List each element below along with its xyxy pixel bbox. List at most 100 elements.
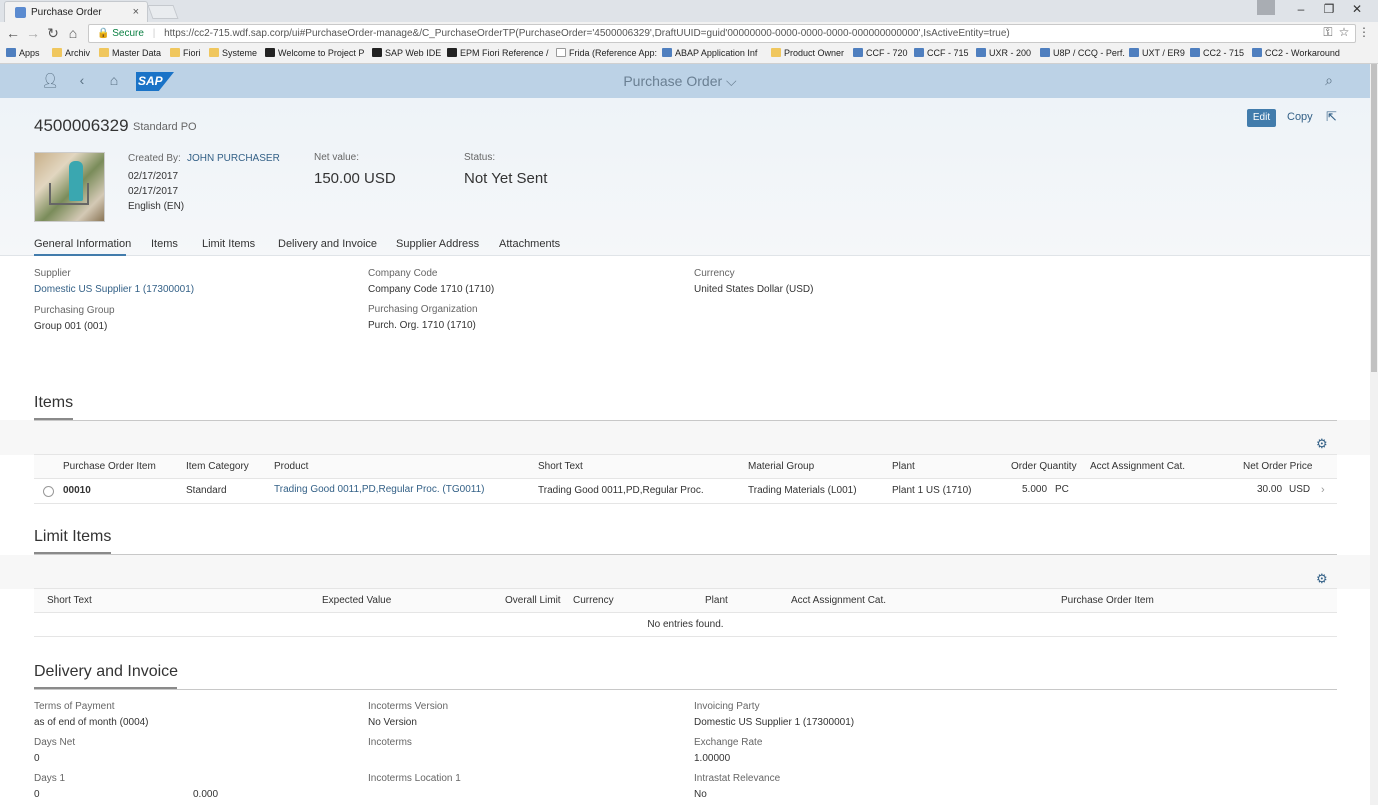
browser-toolbar: ← → ↻ ⌂ 🔒 Secure | https://cc2-715.wdf.s… — [0, 22, 1378, 45]
back-nav-icon[interactable]: ‹ — [73, 72, 91, 88]
column-header[interactable]: Purchase Order Item — [1061, 595, 1154, 606]
bookmark-master-data[interactable]: Master Data — [99, 48, 161, 58]
tab-supplier-address[interactable]: Supplier Address — [396, 238, 479, 250]
incoterms-location-label: Incoterms Location 1 — [368, 773, 461, 784]
currency-value: United States Dollar (USD) — [694, 284, 814, 295]
column-header[interactable]: Plant — [705, 595, 728, 606]
column-header[interactable]: Material Group — [748, 461, 814, 472]
supplier-link[interactable]: Domestic US Supplier 1 (17300001) — [34, 284, 194, 295]
bookmark-site-icon — [662, 48, 672, 57]
bookmark-systeme[interactable]: Systeme — [209, 48, 257, 58]
column-header[interactable]: Order Quantity — [1011, 461, 1077, 472]
column-header[interactable]: Net Order Price — [1243, 461, 1312, 472]
column-header[interactable]: Currency — [573, 595, 614, 606]
limit-items-settings-gear-icon[interactable]: ⚙ — [1316, 571, 1328, 587]
column-header[interactable]: Expected Value — [322, 595, 391, 606]
status-value: Not Yet Sent — [464, 170, 548, 187]
url-text: https://cc2-715.wdf.sap.corp/ui#Purchase… — [164, 28, 1010, 39]
column-header[interactable]: Purchase Order Item — [63, 461, 156, 472]
new-tab-button[interactable] — [147, 5, 179, 19]
bookmark-apps[interactable]: Apps — [6, 48, 40, 58]
product-image — [34, 152, 105, 222]
page-favicon-icon — [15, 7, 26, 18]
sap-logo[interactable]: SAP — [136, 72, 174, 91]
tab-limit-items[interactable]: Limit Items — [202, 238, 255, 250]
restore-icon[interactable]: ❐ — [1314, 2, 1344, 16]
created-by-label: Created By: — [128, 153, 181, 164]
item-number: 00010 — [63, 485, 91, 496]
bookmark-epm[interactable]: EPM Fiori Reference / — [447, 48, 549, 58]
bookmark-star-icon[interactable]: ☆ — [1335, 25, 1353, 39]
edit-button[interactable]: Edit — [1247, 109, 1276, 127]
column-header[interactable]: Product — [274, 461, 308, 472]
column-header[interactable]: Acct Assignment Cat. — [791, 595, 886, 606]
home-nav-icon[interactable]: ⌂ — [105, 72, 123, 88]
bookmark-uxt-er9[interactable]: UXT / ER9 — [1129, 48, 1185, 58]
address-separator: | — [152, 28, 156, 39]
forward-icon[interactable]: → — [24, 25, 42, 41]
column-header[interactable]: Short Text — [538, 461, 583, 472]
shell-bar: 👤︎ ‹ ⌂ SAP Purchase Order ⌵ ⌕ — [0, 64, 1370, 98]
bookmark-product-owner[interactable]: Product Owner — [771, 48, 844, 58]
menu-icon[interactable]: ⋮ — [1355, 25, 1373, 39]
tab-general-information[interactable]: General Information — [34, 238, 131, 250]
delivery-section-title: Delivery and Invoice — [34, 663, 179, 680]
bookmark-site-icon — [1040, 48, 1050, 57]
column-header[interactable]: Overall Limit — [505, 595, 561, 606]
minimize-icon[interactable]: – — [1286, 2, 1316, 16]
back-icon[interactable]: ← — [4, 25, 22, 41]
bookmark-welcome[interactable]: Welcome to Project P — [265, 48, 364, 58]
row-select-radio[interactable] — [43, 486, 54, 497]
product-link[interactable]: Trading Good 0011,PD,Regular Proc. (TG00… — [274, 484, 484, 495]
search-icon[interactable]: ⌕ — [1320, 72, 1338, 89]
app-title-menu[interactable]: Purchase Order ⌵ — [560, 73, 800, 90]
page-scrollbar[interactable] — [1370, 64, 1378, 805]
intrastat-value: No — [694, 789, 707, 800]
reload-icon[interactable]: ↻ — [44, 25, 62, 42]
home-icon[interactable]: ⌂ — [64, 25, 82, 41]
tab-delivery-and-invoice[interactable]: Delivery and Invoice — [278, 238, 377, 250]
close-window-icon[interactable]: ✕ — [1342, 2, 1372, 16]
bookmark-frida[interactable]: Frida (Reference App: — [556, 48, 657, 58]
po-number: 4500006329 — [34, 116, 129, 135]
bookmark-web-ide[interactable]: SAP Web IDE — [372, 48, 441, 58]
folder-icon — [99, 48, 109, 57]
bookmark-u8p-ccq[interactable]: U8P / CCQ - Perf. — [1040, 48, 1125, 58]
days1-percent: 0.000 — [193, 789, 219, 800]
items-section-title: Items — [34, 394, 74, 411]
scrollbar-thumb[interactable] — [1371, 64, 1377, 372]
address-bar[interactable]: 🔒 Secure | https://cc2-715.wdf.sap.corp/… — [88, 24, 1356, 43]
column-header[interactable]: Plant — [892, 461, 915, 472]
user-icon[interactable]: 👤︎ — [41, 72, 59, 89]
browser-tab[interactable]: Purchase Order × — [4, 1, 148, 22]
bookmark-ccf-720[interactable]: CCF - 720 — [853, 48, 908, 58]
tab-items[interactable]: Items — [151, 238, 178, 250]
share-icon[interactable]: ⇱ — [1326, 109, 1337, 125]
bookmark-cc2-715[interactable]: CC2 - 715 — [1190, 48, 1244, 58]
order-quantity: 5.000 — [1022, 484, 1048, 495]
price-currency: USD — [1289, 484, 1311, 495]
column-header[interactable]: Item Category — [186, 461, 249, 472]
bookmark-uxr-200[interactable]: UXR - 200 — [976, 48, 1031, 58]
items-settings-gear-icon[interactable]: ⚙ — [1316, 436, 1328, 452]
invoicing-party-value: Domestic US Supplier 1 (17300001) — [694, 717, 855, 728]
terms-of-payment-label: Terms of Payment — [34, 701, 115, 712]
table-row[interactable]: 00010 Standard Trading Good 0011,PD,Regu… — [34, 479, 1337, 504]
column-header[interactable]: Short Text — [47, 595, 92, 606]
bookmark-ccf-715[interactable]: CCF - 715 — [914, 48, 969, 58]
browser-profile-icon[interactable] — [1257, 0, 1275, 15]
created-by-link[interactable]: JOHN PURCHASER — [187, 153, 280, 164]
incoterms-version-label: Incoterms Version — [368, 701, 449, 712]
chevron-right-icon[interactable]: › — [1321, 484, 1325, 496]
close-tab-icon[interactable]: × — [133, 6, 139, 18]
bookmark-cc2-workaround[interactable]: CC2 - Workaround — [1252, 48, 1340, 58]
bookmark-abap[interactable]: ABAP Application Inf — [662, 48, 757, 58]
created-date: 02/17/2017 — [128, 171, 179, 182]
tab-attachments[interactable]: Attachments — [499, 238, 560, 250]
bookmark-fiori[interactable]: Fiori — [170, 48, 201, 58]
column-header[interactable]: Acct Assignment Cat. — [1090, 461, 1185, 472]
bookmark-archiv[interactable]: Archiv — [52, 48, 90, 58]
purchasing-org-value: Purch. Org. 1710 (1710) — [368, 320, 476, 331]
copy-button[interactable]: Copy — [1287, 111, 1313, 123]
purchasing-group-label: Purchasing Group — [34, 305, 115, 316]
